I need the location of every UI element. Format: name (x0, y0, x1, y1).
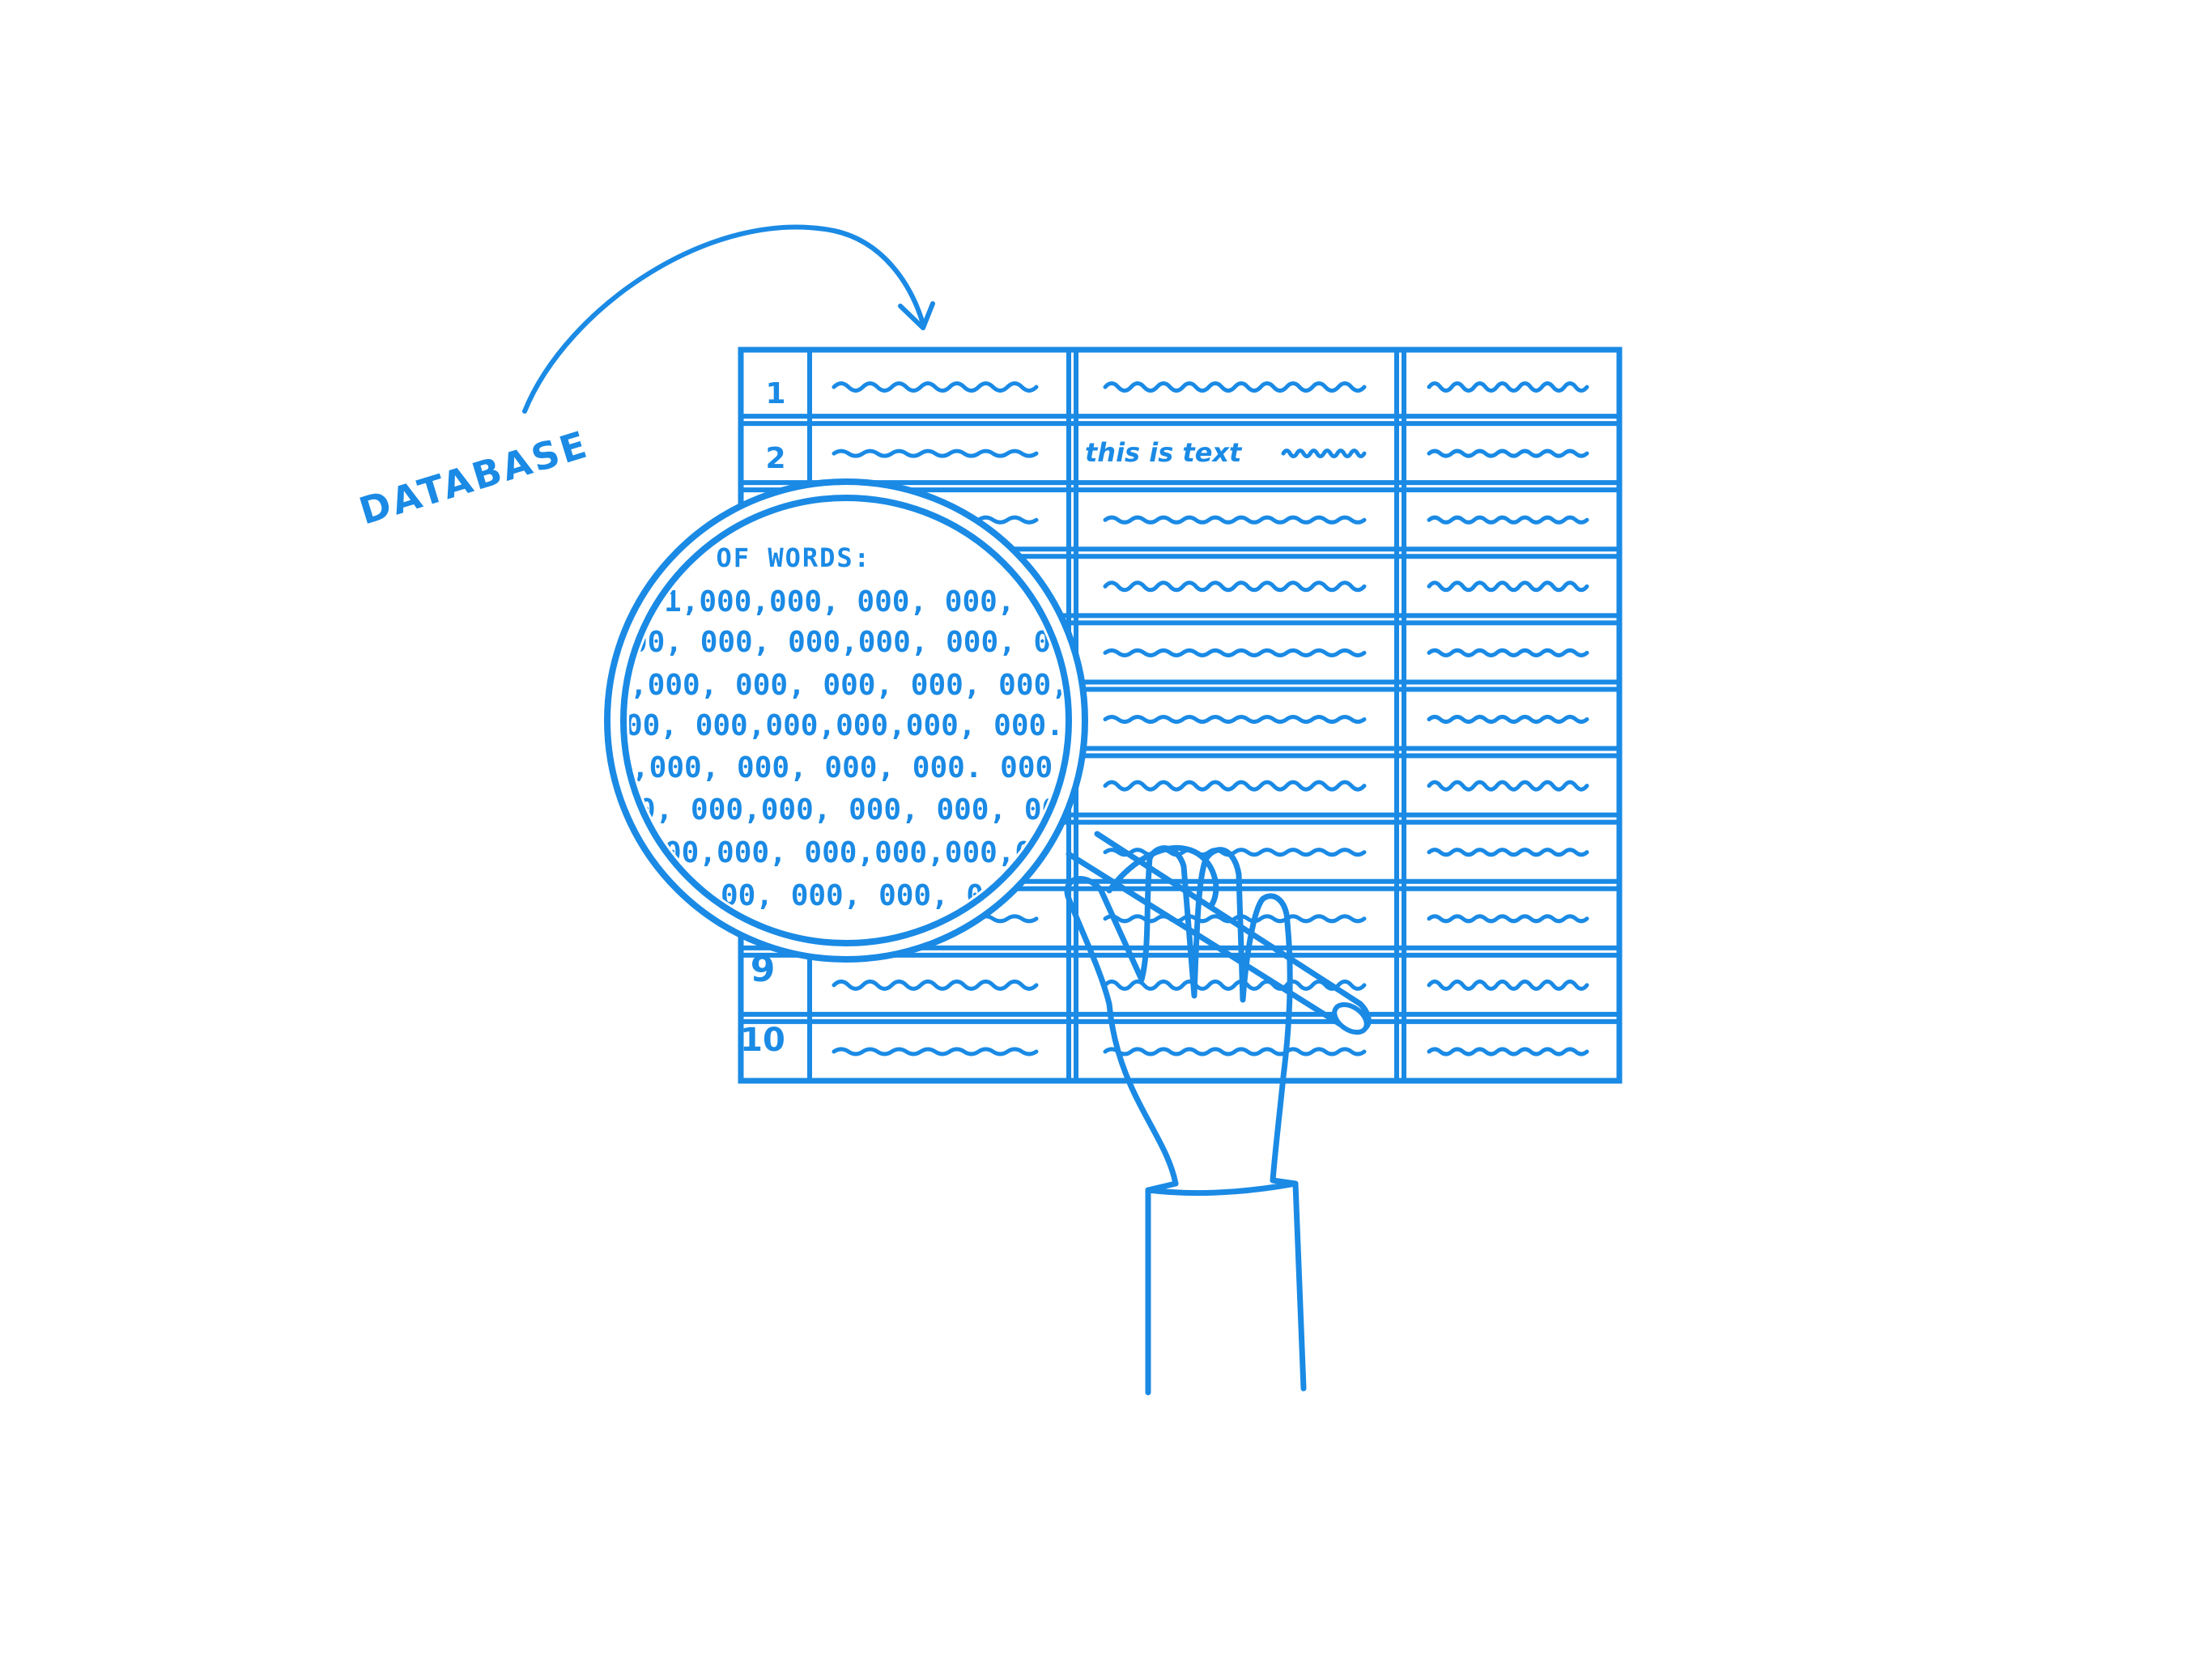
illustration-canvas: DATABASE 1 2 9 10 this is text # OF WORD… (0, 0, 2212, 1658)
cell-squiggle (1427, 914, 1589, 924)
cell-squiggle (1103, 780, 1367, 792)
cell-squiggle (1427, 1047, 1589, 1056)
sample-cell-text: this is text (1085, 437, 1243, 468)
cell-squiggle (1103, 648, 1367, 657)
row-number-10: 10 (740, 1022, 785, 1059)
cell-squiggle (1103, 848, 1367, 857)
cell-squiggle (1427, 648, 1589, 657)
cell-squiggle (1103, 381, 1367, 393)
database-label: DATABASE (354, 422, 593, 533)
count-line-5: ,000, 000, 000, 000. 000,00 (632, 751, 1105, 784)
cell-squiggle (1427, 515, 1589, 525)
cell-squiggle (1103, 580, 1367, 593)
cell-squiggle (1103, 515, 1367, 525)
cell-squiggle (1427, 715, 1589, 724)
row-number-9: 9 (751, 949, 776, 990)
count-line-4: 00, 000,000,000,000, 000. 0 (625, 709, 1099, 742)
cell-squiggle (1103, 715, 1367, 724)
cell-squiggle (1103, 1047, 1367, 1056)
count-line-1: 1,000,000, 000, 000, 0 (664, 585, 1050, 619)
database-illustration: DATABASE 1 2 9 10 this is text # OF WORD… (354, 224, 1623, 1396)
row-number-2: 2 (765, 442, 785, 475)
count-line-7: 00,000, 000,000,000,00 (664, 836, 1050, 869)
cell-squiggle (1427, 449, 1589, 458)
cell-squiggle (1427, 848, 1589, 857)
count-line-2: 00, 000, 000,000, 000, 00 (630, 626, 1069, 659)
row-number-1: 1 (765, 377, 785, 410)
